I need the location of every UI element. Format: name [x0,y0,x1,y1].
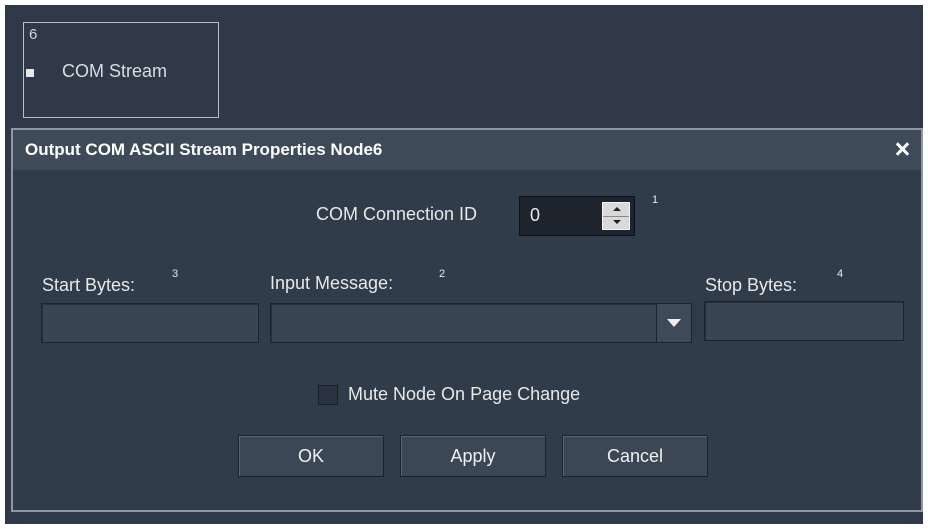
start-bytes-index: 3 [172,268,179,280]
com-connection-id-value[interactable]: 0 [530,205,540,226]
stop-bytes-field[interactable] [704,301,904,341]
start-bytes-label: Start Bytes: [42,275,136,295]
spinner-down-arrow-icon[interactable] [603,216,629,229]
apply-button[interactable]: Apply [400,435,546,477]
com-stream-node[interactable]: 6 COM Stream [23,22,219,118]
input-message-dropdown[interactable] [270,303,692,343]
com-connection-id-label: COM Connection ID [316,204,478,224]
cancel-button[interactable]: Cancel [562,435,708,477]
input-message-index: 2 [439,268,446,280]
input-message-label: Input Message: [270,273,394,293]
node-id-label: 6 [29,26,38,43]
properties-dialog: Output COM ASCII Stream Properties Node6… [11,128,923,512]
ok-button[interactable]: OK [238,435,384,477]
stop-bytes-label: Stop Bytes: [705,275,798,295]
spinner-buttons [602,202,630,230]
start-bytes-field[interactable] [41,303,259,343]
node-input-port[interactable] [26,69,34,77]
mute-node-label[interactable]: Mute Node On Page Change [348,384,580,405]
mute-node-checkbox[interactable] [318,385,338,405]
com-connection-id-spinner[interactable]: 0 [519,196,635,236]
dropdown-arrow-icon[interactable] [656,304,691,342]
close-icon[interactable] [893,140,911,158]
spinner-up-arrow-icon[interactable] [603,203,629,217]
stop-bytes-index: 4 [837,268,844,280]
dialog-title: Output COM ASCII Stream Properties Node6 [25,140,383,159]
dialog-titlebar[interactable]: Output COM ASCII Stream Properties Node6 [13,130,921,170]
node-title: COM Stream [62,61,168,81]
com-connection-id-index: 1 [652,194,659,206]
